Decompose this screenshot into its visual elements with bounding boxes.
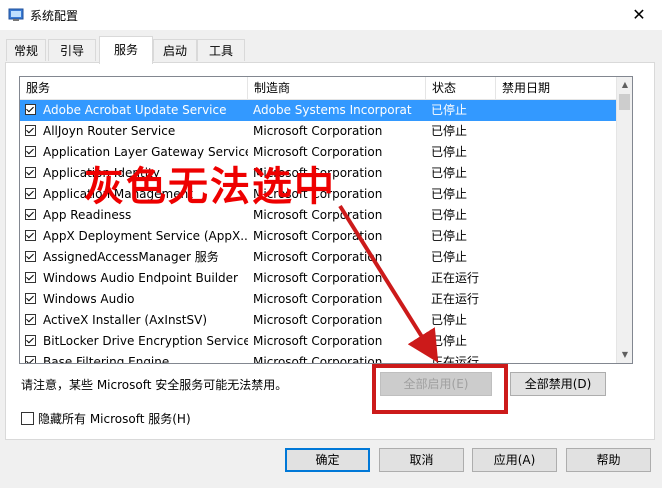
tab-tools[interactable]: 工具	[197, 39, 245, 61]
service-status: 正在运行	[431, 355, 480, 364]
column-header-status[interactable]: 状态	[426, 77, 496, 99]
service-checkbox[interactable]	[25, 125, 36, 136]
service-status: 已停止	[431, 208, 468, 222]
service-vendor: Microsoft Corporation	[253, 124, 383, 138]
service-checkbox[interactable]	[25, 230, 36, 241]
service-checkbox[interactable]	[25, 188, 36, 199]
service-status: 正在运行	[431, 292, 480, 306]
close-icon: ✕	[632, 5, 646, 24]
service-name: Base Filtering Engine	[43, 355, 170, 364]
service-vendor: Microsoft Corporation	[253, 250, 383, 264]
table-row[interactable]: Adobe Acrobat Update Service Adobe System…	[20, 100, 616, 121]
service-name: ActiveX Installer (AxInstSV)	[43, 313, 208, 327]
service-checkbox[interactable]	[25, 167, 36, 178]
security-notice: 请注意，某些 Microsoft 安全服务可能无法禁用。	[21, 378, 288, 392]
service-checkbox[interactable]	[25, 146, 36, 157]
help-button[interactable]: 帮助	[566, 448, 651, 472]
tab-general[interactable]: 常规	[6, 39, 46, 61]
table-row[interactable]: BitLocker Drive Encryption Service Micros…	[20, 331, 616, 352]
tab-boot[interactable]: 引导	[48, 39, 96, 61]
close-button[interactable]: ✕	[616, 0, 662, 30]
service-status: 已停止	[431, 166, 468, 180]
service-status: 已停止	[431, 313, 468, 327]
service-vendor: Microsoft Corporation	[253, 334, 383, 348]
table-row[interactable]: AllJoyn Router Service Microsoft Corporat…	[20, 121, 616, 142]
service-checkbox[interactable]	[25, 209, 36, 220]
column-header-vendor[interactable]: 制造商	[248, 77, 426, 99]
service-checkbox[interactable]	[25, 251, 36, 262]
scroll-up-icon[interactable]: ▲	[617, 77, 632, 93]
system-config-icon	[8, 8, 24, 21]
table-row[interactable]: Windows Audio Microsoft Corporation 正在运行	[20, 289, 616, 310]
service-vendor: Microsoft Corporation	[253, 229, 383, 243]
table-row[interactable]: AppX Deployment Service (AppX... Microsof…	[20, 226, 616, 247]
service-name: AppX Deployment Service (AppX...	[43, 229, 248, 243]
service-status: 已停止	[431, 229, 468, 243]
service-status: 已停止	[431, 145, 468, 159]
service-status: 已停止	[431, 124, 468, 138]
tab-services[interactable]: 服务	[99, 36, 153, 64]
service-status: 已停止	[431, 250, 468, 264]
service-checkbox[interactable]	[25, 314, 36, 325]
service-checkbox[interactable]	[25, 272, 36, 283]
service-vendor: Microsoft Corporation	[253, 271, 383, 285]
apply-button[interactable]: 应用(A)	[472, 448, 557, 472]
annotation-text: 灰色无法选中	[84, 164, 336, 210]
service-status: 正在运行	[431, 271, 480, 285]
service-status: 已停止	[431, 187, 468, 201]
service-name: Windows Audio Endpoint Builder	[43, 271, 238, 285]
service-vendor: Microsoft Corporation	[253, 355, 383, 364]
table-row[interactable]: ActiveX Installer (AxInstSV) Microsoft Co…	[20, 310, 616, 331]
disable-all-button[interactable]: 全部禁用(D)	[510, 372, 606, 396]
cancel-button[interactable]: 取消	[379, 448, 464, 472]
service-vendor: Adobe Systems Incorporat	[253, 103, 412, 117]
list-rows: Adobe Acrobat Update Service Adobe System…	[20, 100, 616, 364]
services-list[interactable]: 服务 制造商 状态 禁用日期 Adobe Acrobat Update Serv…	[19, 76, 633, 364]
hide-microsoft-label: 隐藏所有 Microsoft 服务(H)	[38, 412, 191, 426]
column-header-disable-date[interactable]: 禁用日期	[496, 77, 616, 99]
service-name: Windows Audio	[43, 292, 135, 306]
hide-microsoft-checkbox[interactable]	[21, 412, 34, 425]
service-status: 已停止	[431, 103, 468, 117]
scroll-down-icon[interactable]: ▼	[617, 347, 632, 363]
window-title: 系统配置	[30, 9, 79, 23]
service-name: AssignedAccessManager 服务	[43, 250, 219, 264]
tab-startup[interactable]: 启动	[153, 39, 197, 61]
service-vendor: Microsoft Corporation	[253, 313, 383, 327]
tab-strip: 常规 引导 服务 启动 工具	[0, 36, 662, 64]
service-name: Adobe Acrobat Update Service	[43, 103, 227, 117]
service-name: AllJoyn Router Service	[43, 124, 176, 138]
annotation-highlight-box	[372, 364, 508, 414]
list-header: 服务 制造商 状态 禁用日期	[20, 77, 616, 100]
service-vendor: Microsoft Corporation	[253, 292, 383, 306]
service-checkbox[interactable]	[25, 293, 36, 304]
vertical-scrollbar[interactable]: ▲ ▼	[616, 77, 632, 363]
service-checkbox[interactable]	[25, 335, 36, 346]
column-header-service[interactable]: 服务	[20, 77, 248, 99]
service-checkbox[interactable]	[25, 356, 36, 363]
scroll-thumb[interactable]	[619, 94, 630, 110]
table-row[interactable]: Base Filtering Engine Microsoft Corporati…	[20, 352, 616, 364]
table-row[interactable]: AssignedAccessManager 服务 Microsoft Corpor…	[20, 247, 616, 268]
table-row[interactable]: Windows Audio Endpoint Builder Microsoft …	[20, 268, 616, 289]
service-name: BitLocker Drive Encryption Service	[43, 334, 248, 348]
service-status: 已停止	[431, 334, 468, 348]
service-checkbox[interactable]	[25, 104, 36, 115]
ok-button[interactable]: 确定	[285, 448, 370, 472]
title-bar: 系统配置 ✕	[0, 0, 662, 30]
